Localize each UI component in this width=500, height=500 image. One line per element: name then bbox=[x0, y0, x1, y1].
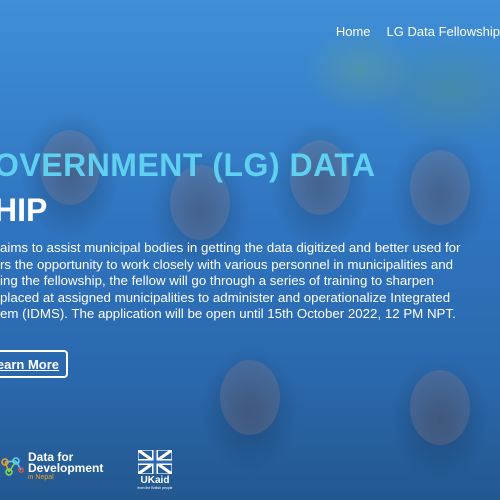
dfd-logo-line: Development bbox=[28, 461, 104, 475]
photo-face bbox=[220, 360, 280, 435]
description-line: placed at assigned municipalities to adm… bbox=[0, 289, 451, 305]
learn-more-button[interactable]: Learn More bbox=[0, 350, 68, 378]
description-line: rs the opportunity to work closely with … bbox=[0, 256, 454, 272]
description-line: ing the fellowship, the fellow will go t… bbox=[0, 273, 434, 288]
top-nav: Home LG Data Fellowship bbox=[336, 24, 500, 39]
hero-description: aims to assist municipal bodies in getti… bbox=[0, 240, 500, 323]
description-line: em (IDMS). The application will be open … bbox=[0, 306, 456, 321]
photo-face bbox=[410, 150, 470, 225]
nav-home-link[interactable]: Home bbox=[336, 24, 371, 39]
description-line: aims to assist municipal bodies in getti… bbox=[0, 240, 461, 255]
network-nodes-icon bbox=[1, 457, 24, 476]
hero-subtitle: HIP bbox=[0, 192, 48, 228]
ukaid-logo-subtext: from the British people bbox=[137, 486, 173, 490]
union-flag-icon bbox=[138, 450, 172, 474]
data-for-development-logo: Data for Development in Nepal bbox=[0, 451, 104, 482]
ukaid-logo: UKaid from the British people bbox=[137, 450, 173, 490]
ukaid-logo-text: UKaid bbox=[140, 475, 170, 486]
photo-face bbox=[410, 370, 470, 445]
dfd-logo-tagline: in Nepal bbox=[28, 474, 54, 481]
nav-lg-data-fellowship-link[interactable]: LG Data Fellowship bbox=[387, 24, 500, 39]
hero-title: OVERNMENT (LG) DATA bbox=[0, 147, 376, 183]
